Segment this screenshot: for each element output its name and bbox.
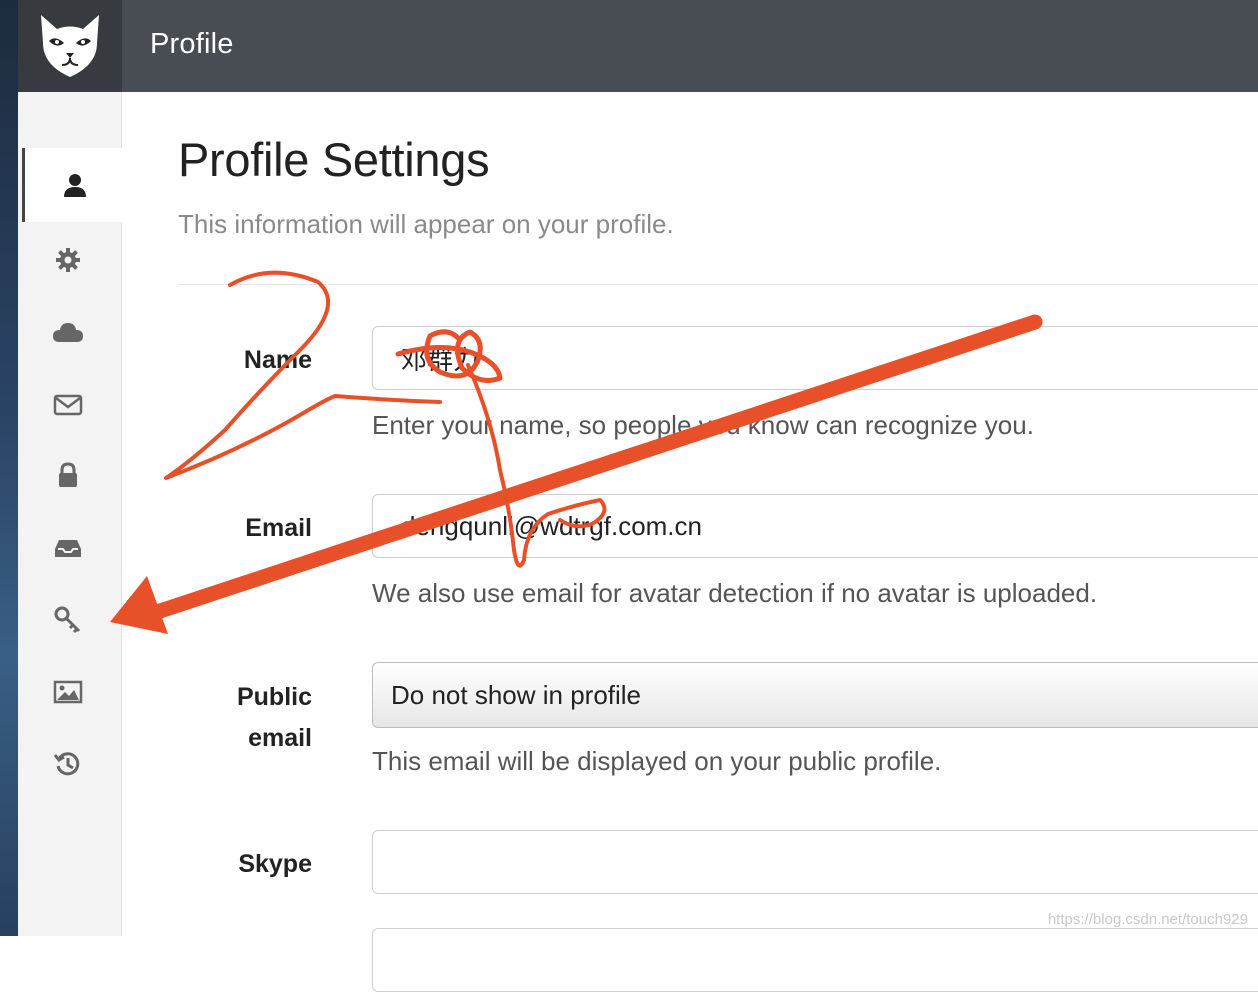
cat-logo-icon bbox=[41, 15, 99, 77]
sidebar-item-ssh-keys[interactable] bbox=[52, 604, 84, 636]
email-field-value: dengqunli@wdtrgf.com.cn bbox=[401, 510, 702, 541]
name-help-text: Enter your name, so people you know can … bbox=[372, 410, 1034, 440]
public-email-label-line1: Public bbox=[236, 683, 312, 711]
name-field-value: 邓群力 bbox=[401, 344, 480, 375]
public-email-label-line2: email bbox=[248, 724, 312, 752]
top-navbar: Profile bbox=[18, 0, 1258, 92]
sidebar-item-security[interactable] bbox=[52, 459, 84, 491]
sidebar-item-history[interactable] bbox=[52, 748, 84, 780]
history-icon bbox=[54, 752, 80, 776]
user-icon bbox=[64, 174, 86, 197]
gear-icon bbox=[56, 248, 80, 272]
email-field[interactable]: dengqunli@wdtrgf.com.cn bbox=[372, 494, 1258, 558]
name-field[interactable]: 邓群力 bbox=[372, 326, 1258, 390]
page-subtitle: This information will appear on your pro… bbox=[178, 209, 674, 239]
image-icon bbox=[53, 680, 83, 704]
key-icon bbox=[54, 606, 81, 634]
page-header-title: Profile bbox=[150, 28, 234, 60]
next-field[interactable] bbox=[372, 928, 1258, 992]
name-label: Name bbox=[243, 346, 312, 374]
page-title: Profile Settings bbox=[178, 133, 490, 186]
logo[interactable] bbox=[18, 0, 122, 92]
sidebar-item-cloud[interactable] bbox=[52, 316, 84, 348]
public-email-select[interactable]: Do not show in profile ▴▾ bbox=[372, 662, 1258, 728]
desktop-background bbox=[0, 0, 18, 936]
divider bbox=[178, 284, 1258, 285]
sidebar-item-settings[interactable] bbox=[52, 244, 84, 276]
inbox-icon bbox=[55, 540, 81, 557]
public-email-selected-value: Do not show in profile bbox=[391, 679, 642, 710]
lock-icon bbox=[59, 462, 77, 487]
public-email-help-text: This email will be displayed on your pub… bbox=[372, 746, 942, 776]
skype-field[interactable] bbox=[372, 830, 1258, 894]
sidebar-item-profile[interactable] bbox=[22, 148, 125, 222]
skype-label: Skype bbox=[238, 850, 312, 878]
sidebar-item-inbox[interactable] bbox=[52, 532, 84, 564]
sidebar-item-email[interactable] bbox=[52, 389, 84, 421]
email-help-text: We also use email for avatar detection i… bbox=[372, 578, 1098, 608]
watermark: https://blog.csdn.net/touch929 bbox=[1047, 911, 1248, 928]
settings-sidebar bbox=[18, 92, 125, 936]
email-label: Email bbox=[245, 514, 312, 542]
profile-settings-panel: Profile Settings This information will a… bbox=[122, 92, 1258, 992]
sidebar-item-avatar[interactable] bbox=[52, 676, 84, 708]
envelope-icon bbox=[53, 394, 83, 416]
cloud-icon bbox=[53, 323, 83, 342]
